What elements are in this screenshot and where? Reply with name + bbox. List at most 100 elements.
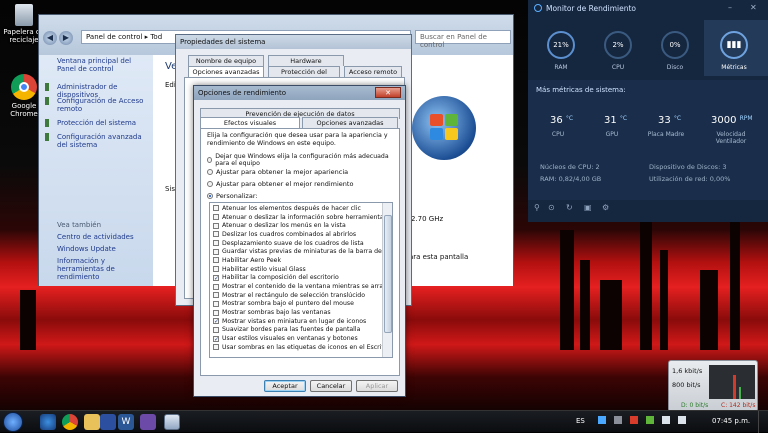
effect-checkbox[interactable]: Atenuar o deslizar los menús en la vista	[213, 221, 383, 230]
checkbox-indicator: ✓	[213, 335, 220, 343]
cpu-gauge[interactable]: 2%	[604, 31, 632, 59]
effect-checkbox[interactable]: Mostrar sombra bajo el puntero del mouse	[213, 300, 383, 309]
media-taskbar-icon[interactable]	[100, 414, 116, 430]
cpu-label: CPU	[611, 64, 625, 71]
checkbox-indicator	[213, 309, 219, 316]
sidebar-home-link[interactable]: Ventana principal del Panel de control	[57, 57, 149, 73]
radio-label: Dejar que Windows elija la configuración…	[215, 152, 389, 167]
effect-checkbox[interactable]: ✓ Mostrar vistas en miniatura en lugar de…	[213, 317, 383, 326]
effect-label: Desplazamiento suave de los cuadros de l…	[222, 239, 364, 247]
lock-icon[interactable]: ⊙	[548, 203, 555, 212]
sidebar-system-protection[interactable]: Protección del sistema	[57, 119, 151, 127]
effects-items: Atenuar los elementos después de hacer c…	[213, 204, 383, 352]
visual-effects-panel: Elija la configuración que desea usar pa…	[200, 128, 400, 376]
disk-gauge[interactable]: 0%	[661, 31, 689, 59]
apply-button[interactable]: Aplicar	[356, 380, 398, 392]
radio-label: Personalizar:	[216, 191, 258, 200]
tray-icon[interactable]	[646, 416, 654, 424]
ram-gauge[interactable]: 21%	[547, 31, 575, 59]
radio-custom[interactable]: Personalizar:	[207, 191, 395, 200]
checkbox-indicator	[213, 292, 219, 299]
see-also-action-center[interactable]: Centro de actividades	[57, 233, 151, 241]
tab-advanced[interactable]: Opciones avanzadas	[188, 66, 264, 77]
word-taskbar-icon[interactable]: W	[118, 414, 134, 430]
app-taskbar-icon[interactable]	[140, 414, 156, 430]
close-icon[interactable]: ✕	[375, 87, 401, 98]
search-input[interactable]: Buscar en Panel de control	[415, 30, 511, 49]
metrics-label: Métricas	[721, 64, 747, 71]
tray-icon[interactable]	[630, 416, 638, 424]
see-also-windows-update[interactable]: Windows Update	[57, 245, 151, 253]
show-desktop-button[interactable]	[758, 411, 768, 433]
tab-computer-name[interactable]: Nombre de equipo	[188, 55, 264, 66]
settings-icon[interactable]: ⚙	[602, 203, 609, 212]
effect-checkbox[interactable]: Habilitar estilo visual Glass	[213, 265, 383, 274]
forward-icon[interactable]: ▶	[59, 31, 73, 45]
effect-checkbox[interactable]: ✓ Habilitar la composición del escritorio	[213, 274, 383, 283]
shield-icon	[45, 97, 49, 105]
radio-indicator	[207, 168, 213, 175]
clock[interactable]: 07:45 p.m.	[712, 417, 750, 425]
tray-icon[interactable]	[614, 416, 622, 424]
radio-group: Dejar que Windows elija la configuración…	[207, 152, 395, 200]
effect-checkbox[interactable]: Guardar vistas previas de miniaturas de …	[213, 247, 383, 256]
tab-hardware[interactable]: Hardware	[268, 55, 344, 66]
effect-checkbox[interactable]: Usar sombras en las etiquetas de iconos …	[213, 343, 383, 352]
scrollbar-thumb[interactable]	[384, 215, 392, 333]
performance-title: Opciones de rendimiento	[198, 89, 287, 97]
effect-checkbox[interactable]: Suavizar bordes para las fuentes de pant…	[213, 326, 383, 335]
effect-checkbox[interactable]: ✓ Usar estilos visuales en ventanas y bot…	[213, 334, 383, 343]
effect-checkbox[interactable]: Mostrar el contenido de la ventana mient…	[213, 282, 383, 291]
shield-icon	[45, 83, 49, 91]
back-icon[interactable]: ◀	[43, 31, 57, 45]
chrome-taskbar-icon[interactable]	[62, 414, 78, 430]
disk-devices-text: Dispositivo de Discos: 3	[649, 163, 727, 171]
effect-label: Usar estilos visuales en ventanas y boto…	[222, 335, 358, 343]
monitor-logo-icon	[534, 4, 542, 12]
see-also-performance[interactable]: Información y herramientas de rendimient…	[57, 257, 151, 281]
start-button[interactable]	[3, 412, 23, 432]
radio-best-appearance[interactable]: Ajustar para obtener la mejor apariencia	[207, 167, 395, 176]
effect-checkbox[interactable]: Mostrar sombras bajo las ventanas	[213, 308, 383, 317]
tab-system-protection[interactable]: Protección del sistema	[268, 66, 340, 84]
radio-best-performance[interactable]: Ajustar para obtener el mejor rendimient…	[207, 179, 395, 188]
cancel-button[interactable]: Cancelar	[310, 380, 352, 392]
minimize-icon[interactable]: –	[728, 3, 732, 12]
checkbox-indicator	[213, 300, 219, 307]
checkbox-indicator	[213, 266, 219, 273]
explorer-taskbar-icon[interactable]	[84, 414, 100, 430]
close-icon[interactable]: ✕	[750, 3, 757, 12]
tab-advanced-options[interactable]: Opciones avanzadas	[302, 117, 398, 128]
system-properties-taskbar-icon[interactable]	[164, 414, 180, 430]
temperature-icon[interactable]: ⚲	[534, 203, 540, 212]
shield-icon	[45, 119, 49, 127]
language-indicator[interactable]: ES	[576, 417, 585, 425]
effect-checkbox[interactable]: Mostrar el rectángulo de selección trans…	[213, 291, 383, 300]
sidebar-advanced-settings[interactable]: Configuración avanzada del sistema	[57, 133, 151, 149]
ok-button[interactable]: Aceptar	[264, 380, 306, 392]
effect-checkbox[interactable]: Atenuar o deslizar la información sobre …	[213, 213, 383, 222]
volume-tray-icon[interactable]	[678, 416, 686, 424]
sidebar-remote-settings[interactable]: Configuración de Acceso remoto	[57, 97, 151, 113]
network-tray-icon[interactable]	[662, 416, 670, 424]
screenshot-icon[interactable]: ▣	[584, 203, 592, 212]
effect-checkbox[interactable]: Desplazamiento suave de los cuadros de l…	[213, 239, 383, 248]
taskbar: W ES 07:45 p.m.	[0, 410, 768, 433]
radio-label: Ajustar para obtener el mejor rendimient…	[216, 179, 354, 188]
effect-checkbox[interactable]: Atenuar los elementos después de hacer c…	[213, 204, 383, 213]
tab-visual-effects[interactable]: Efectos visuales	[200, 117, 300, 128]
gpu-temp-value: 31	[604, 115, 617, 126]
metrics-icon[interactable]: ▮▮▮	[720, 31, 748, 59]
effect-checkbox[interactable]: Habilitar Aero Peek	[213, 256, 383, 265]
effect-checkbox[interactable]: Deslizar los cuadros combinados al abrir…	[213, 230, 383, 239]
tray-icon[interactable]	[598, 416, 606, 424]
tab-remote[interactable]: Acceso remoto	[344, 66, 402, 77]
performance-monitor-widget: Monitor de Rendimiento – ✕ 21% 2% 0% ▮▮▮…	[528, 0, 768, 222]
ram-label: RAM	[554, 64, 568, 71]
refresh-icon[interactable]: ↻	[566, 203, 573, 212]
radio-let-windows-choose[interactable]: Dejar que Windows elija la configuración…	[207, 152, 395, 167]
ie-icon[interactable]	[40, 414, 56, 430]
address-text: Panel de control	[86, 33, 143, 41]
effects-scrollbar[interactable]	[382, 203, 392, 357]
checkbox-indicator	[213, 214, 219, 221]
